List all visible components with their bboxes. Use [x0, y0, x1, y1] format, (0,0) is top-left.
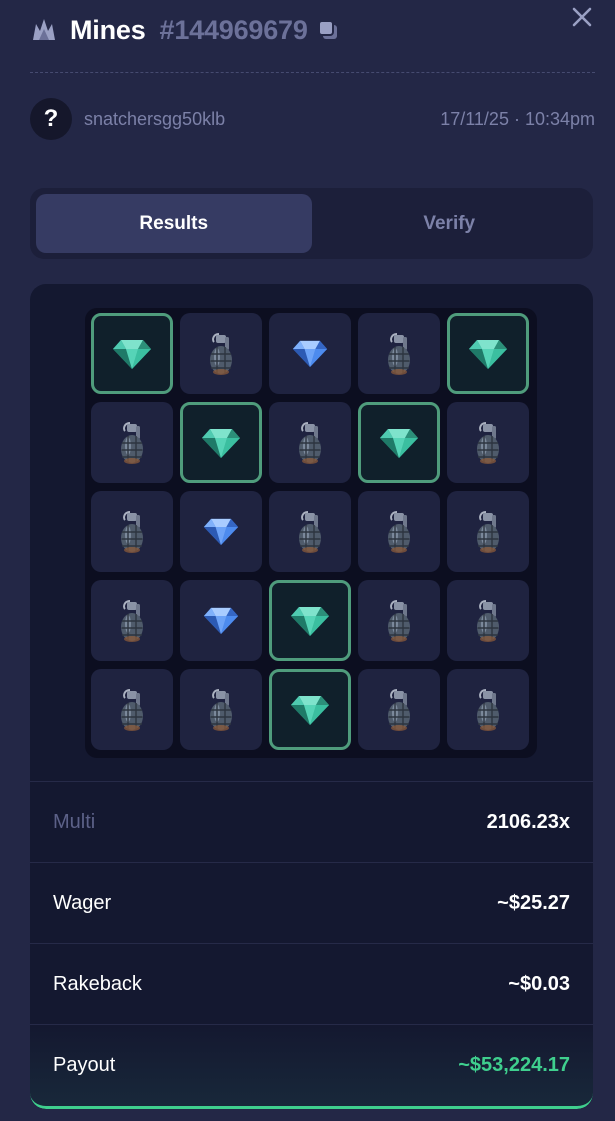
mine-icon — [295, 510, 325, 554]
board-tile — [358, 669, 440, 750]
board-tile — [180, 313, 262, 394]
username[interactable]: snatchersgg50klb — [84, 109, 225, 130]
mine-icon — [384, 510, 414, 554]
board-tile — [91, 402, 173, 483]
board-tile — [447, 669, 529, 750]
rakeback-row: Rakeback ~$0.03 — [30, 943, 593, 1024]
wager-row: Wager ~$25.27 — [30, 862, 593, 943]
gem-icon — [112, 338, 152, 370]
board-tile — [91, 491, 173, 572]
multi-row: Multi 2106.23x — [30, 781, 593, 862]
board-tile — [269, 491, 351, 572]
multi-value: 2106.23x — [486, 810, 570, 833]
gem-icon — [203, 517, 239, 546]
tab-results[interactable]: Results — [36, 194, 312, 253]
board-tile — [358, 580, 440, 661]
board-tile — [269, 669, 351, 750]
gem-icon — [290, 605, 330, 637]
header-divider — [30, 72, 595, 73]
mine-icon — [384, 332, 414, 376]
board-tile — [269, 313, 351, 394]
tab-verify[interactable]: Verify — [312, 194, 588, 253]
mines-game-icon — [30, 16, 58, 44]
gem-icon — [201, 427, 241, 459]
mine-icon — [117, 510, 147, 554]
board-tile — [180, 669, 262, 750]
board-tile — [447, 580, 529, 661]
mine-icon — [473, 421, 503, 465]
mine-icon — [206, 332, 236, 376]
mine-icon — [117, 421, 147, 465]
tab-bar: Results Verify — [30, 188, 593, 259]
mine-icon — [295, 421, 325, 465]
game-title: Mines — [70, 14, 146, 45]
avatar[interactable]: ? — [30, 98, 72, 140]
board-tile — [358, 402, 440, 483]
wager-value: ~$25.27 — [497, 891, 570, 914]
board-tile — [91, 580, 173, 661]
payout-label: Payout — [53, 1054, 116, 1076]
board-tile — [447, 313, 529, 394]
board-tile — [91, 669, 173, 750]
rakeback-value: ~$0.03 — [508, 972, 570, 995]
board-tile — [447, 402, 529, 483]
gem-icon — [292, 339, 328, 368]
mine-icon — [117, 599, 147, 643]
board-tile — [358, 491, 440, 572]
bet-datetime: 17/11/25 · 10:34pm — [440, 108, 595, 129]
rakeback-label: Rakeback — [53, 972, 142, 995]
wager-label: Wager — [53, 891, 112, 914]
modal-header: Mines #144969679 — [30, 8, 590, 52]
payout-value: ~$53,224.17 — [458, 1054, 570, 1076]
user-row: ? snatchersgg50klb 17/11/25 · 10:34pm — [30, 98, 595, 140]
board-tile — [269, 580, 351, 661]
copy-icon[interactable] — [316, 18, 340, 42]
close-icon[interactable] — [569, 4, 595, 30]
mine-icon — [473, 688, 503, 732]
mine-icon — [117, 688, 147, 732]
mine-icon — [206, 688, 236, 732]
bet-id: #144969679 — [159, 14, 308, 45]
payout-row: Payout ~$53,224.17 — [30, 1024, 593, 1109]
board-tile — [358, 313, 440, 394]
multi-label: Multi — [53, 810, 96, 833]
gem-icon — [290, 694, 330, 726]
mine-icon — [384, 688, 414, 732]
gem-icon — [468, 338, 508, 370]
board-tile — [180, 491, 262, 572]
board-tile — [91, 313, 173, 394]
board-tile — [269, 402, 351, 483]
board-tile — [180, 402, 262, 483]
bet-details-modal: Mines #144969679 ? snatchersgg50klb 17/1… — [0, 0, 615, 1121]
board-tile — [447, 491, 529, 572]
mine-icon — [384, 599, 414, 643]
results-panel: Multi 2106.23x Wager ~$25.27 Rakeback ~$… — [30, 284, 593, 1109]
gem-icon — [203, 606, 239, 635]
mine-icon — [473, 599, 503, 643]
mines-board — [85, 308, 537, 758]
board-tile — [180, 580, 262, 661]
gem-icon — [379, 427, 419, 459]
mine-icon — [473, 510, 503, 554]
